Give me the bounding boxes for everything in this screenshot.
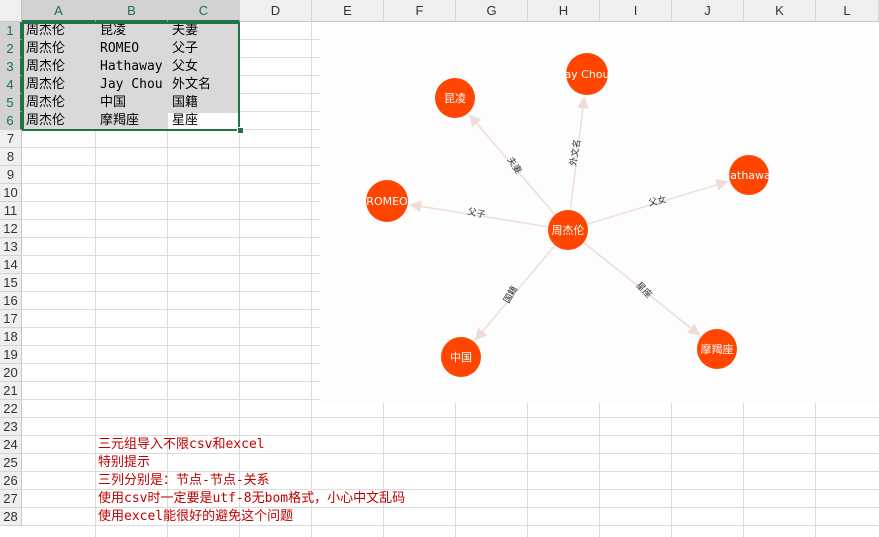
spreadsheet: ABCDEFGHIJKL 1 2 3 4 5 6 7 8 9 10 11 12 13 14 15 16 17 18… — [0, 0, 879, 537]
row-header-16[interactable]: 16 — [0, 292, 22, 310]
note-line[interactable]: 使用csv时一定要是utf-8无bom格式，小心中文乱码 — [98, 490, 405, 508]
column-header-i[interactable]: I — [600, 0, 672, 22]
node-label: 昆凌 — [444, 91, 466, 105]
column-header-l[interactable]: L — [816, 0, 879, 22]
node-label: 周杰伦 — [552, 223, 585, 237]
graph-node[interactable]: 昆凌 — [435, 78, 475, 118]
horizontal-gridline — [22, 417, 879, 418]
row-header-27[interactable]: 27 — [0, 490, 22, 508]
graph-node[interactable]: ROMEO — [366, 180, 408, 222]
column-header-j[interactable]: J — [672, 0, 744, 22]
column-header-f[interactable]: F — [384, 0, 456, 22]
column-header-h[interactable]: H — [528, 0, 600, 22]
column-header-g[interactable]: G — [456, 0, 528, 22]
node-label: ROMEO — [366, 195, 408, 208]
column-header-k[interactable]: K — [744, 0, 816, 22]
row-header-8[interactable]: 8 — [0, 148, 22, 166]
edge-label: 外文名 — [567, 138, 584, 167]
graph-center-node[interactable]: 周杰伦 — [548, 210, 588, 250]
row-header-7[interactable]: 7 — [0, 130, 22, 148]
node-label: ay Chou — [564, 68, 609, 81]
row-header-23[interactable]: 23 — [0, 418, 22, 436]
graph-node[interactable]: ay Chou — [564, 53, 610, 95]
row-header-5[interactable]: 5 — [0, 94, 22, 112]
selection-border — [22, 22, 240, 131]
row-header-22[interactable]: 22 — [0, 400, 22, 418]
row-header-28[interactable]: 28 — [0, 508, 22, 526]
edge-label: 夫妻 — [504, 154, 524, 176]
row-header-19[interactable]: 19 — [0, 346, 22, 364]
row-header-10[interactable]: 10 — [0, 184, 22, 202]
row-header-13[interactable]: 13 — [0, 238, 22, 256]
row-header-9[interactable]: 9 — [0, 166, 22, 184]
row-header-14[interactable]: 14 — [0, 256, 22, 274]
column-header-d[interactable]: D — [240, 0, 312, 22]
row-header-21[interactable]: 21 — [0, 382, 22, 400]
node-label: 摩羯座 — [701, 342, 734, 356]
graph-node[interactable]: 摩羯座 — [697, 329, 737, 369]
row-header-24[interactable]: 24 — [0, 436, 22, 454]
note-line[interactable]: 三列分别是：节点-节点-关系 — [98, 472, 270, 490]
row-header-4[interactable]: 4 — [0, 76, 22, 94]
fill-handle[interactable] — [237, 127, 244, 134]
column-header-c[interactable]: C — [168, 0, 240, 22]
graph-node[interactable]: lathawa — [727, 155, 771, 195]
row-header-25[interactable]: 25 — [0, 454, 22, 472]
row-header-11[interactable]: 11 — [0, 202, 22, 220]
row-header-2[interactable]: 2 — [0, 40, 22, 58]
column-header-e[interactable]: E — [312, 0, 384, 22]
graph-canvas[interactable]: 夫妻 外文名父女父子国籍 星座 昆凌ay ChoulathawaROMEO中国摩羯座… — [320, 22, 879, 403]
edge-label: 父子 — [467, 206, 487, 221]
graph-node[interactable]: 中国 — [441, 337, 481, 377]
vertical-gridline — [311, 22, 312, 537]
edge-label: 国籍 — [501, 284, 520, 306]
note-line[interactable]: 使用excel能很好的避免这个问题 — [98, 508, 293, 526]
row-header-18[interactable]: 18 — [0, 328, 22, 346]
column-header-a[interactable]: A — [22, 0, 96, 22]
node-label: 中国 — [450, 351, 472, 364]
row-header-6[interactable]: 6 — [0, 112, 22, 130]
edge-label: 父女 — [647, 193, 667, 208]
note-line[interactable]: 三元组导入不限csv和excel — [98, 436, 265, 454]
knowledge-graph-chart[interactable]: 夫妻 外文名 父女 父子 国籍 星座 昆凌 ay Chou lathawa ROMEO 中国 摩羯座… — [320, 22, 879, 403]
row-header-12[interactable]: 12 — [0, 220, 22, 238]
row-header-15[interactable]: 15 — [0, 274, 22, 292]
row-header-1[interactable]: 1 — [0, 22, 22, 40]
node-label: lathawa — [727, 169, 771, 182]
row-header-3[interactable]: 3 — [0, 58, 22, 76]
row-header-17[interactable]: 17 — [0, 310, 22, 328]
row-header-20[interactable]: 20 — [0, 364, 22, 382]
row-header-26[interactable]: 26 — [0, 472, 22, 490]
note-line[interactable]: 特别提示 — [98, 454, 150, 472]
column-header-b[interactable]: B — [96, 0, 168, 22]
select-all-corner[interactable] — [0, 0, 22, 22]
